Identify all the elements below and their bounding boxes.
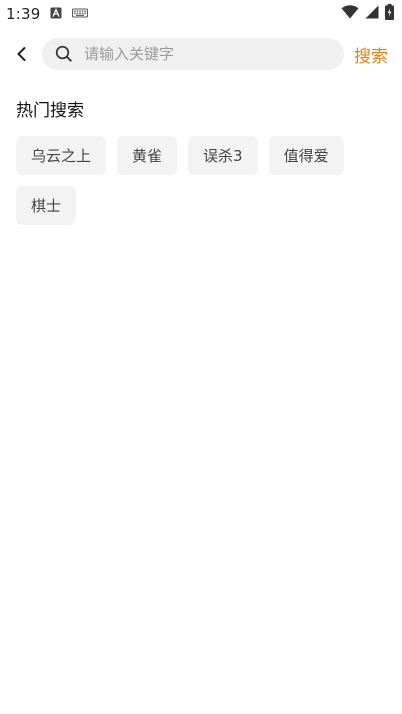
back-button[interactable] (2, 34, 42, 74)
hot-search-tags: 乌云之上 黄雀 误杀3 值得爱 棋士 (16, 136, 376, 225)
back-arrow-icon (17, 47, 26, 61)
hot-search-tag[interactable]: 棋士 (16, 186, 77, 225)
status-bar: 1:39 (0, 0, 402, 28)
search-button[interactable]: 搜索 (354, 42, 388, 67)
wifi-icon (341, 5, 359, 23)
search-input[interactable] (84, 45, 324, 63)
hot-search-tag[interactable]: 黄雀 (117, 136, 178, 175)
status-left: 1:39 (6, 5, 89, 23)
search-bar-row: 搜索 (0, 34, 402, 74)
keyboard-icon (72, 5, 89, 23)
a-notification-icon (50, 5, 62, 23)
hot-search-title: 热门搜索 (16, 101, 84, 121)
hot-search-tag[interactable]: 值得爱 (268, 136, 344, 175)
search-box[interactable] (42, 38, 344, 70)
status-time: 1:39 (6, 5, 41, 23)
hot-search-tag[interactable]: 误杀3 (188, 136, 258, 175)
search-icon (54, 44, 74, 64)
hot-search-tag[interactable]: 乌云之上 (16, 136, 107, 175)
signal-icon (365, 5, 379, 23)
battery-icon (385, 4, 394, 24)
status-right (341, 4, 394, 24)
